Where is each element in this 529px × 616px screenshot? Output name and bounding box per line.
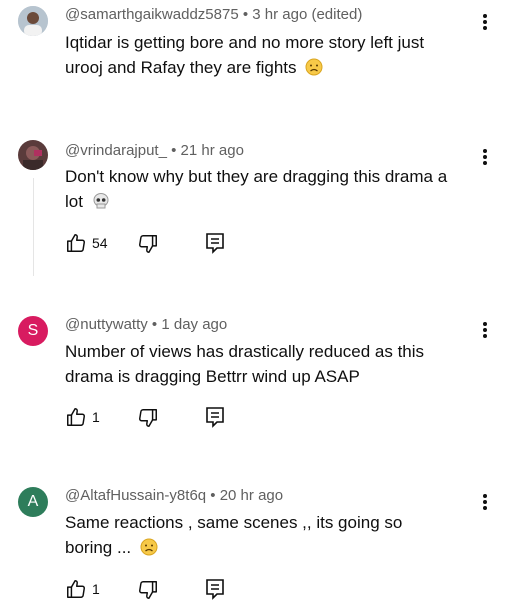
avatar[interactable]: A: [18, 487, 48, 517]
thumbs-up-icon[interactable]: [65, 232, 87, 259]
comment-text: Don't know why but they are dragging thi…: [65, 164, 465, 217]
reply-icon[interactable]: [205, 578, 225, 605]
thumbs-down-icon[interactable]: [137, 407, 159, 434]
comment-actions: 54: [65, 232, 235, 256]
comment-text: Iqtidar is getting bore and no more stor…: [65, 30, 465, 83]
avatar[interactable]: [18, 6, 48, 36]
comment-text: Same reactions , same scenes ,, its goin…: [65, 510, 465, 563]
like-count: 1: [92, 409, 100, 425]
sad-face-emoji: [140, 538, 158, 563]
more-vert-icon[interactable]: [479, 12, 491, 32]
thumbs-up-icon[interactable]: [65, 406, 87, 433]
comment-actions: 1: [65, 406, 235, 430]
avatar[interactable]: S: [18, 316, 48, 346]
reply-icon[interactable]: [205, 232, 225, 259]
thumbs-up-icon[interactable]: [65, 578, 87, 605]
thumbs-down-icon[interactable]: [137, 233, 159, 260]
thumbs-down-icon[interactable]: [137, 579, 159, 606]
more-vert-icon[interactable]: [479, 147, 491, 167]
like-count: 1: [92, 581, 100, 597]
comment-meta: @samarthgaikwaddz5875 • 3 hr ago (edited…: [65, 6, 363, 23]
sad-face-emoji: [305, 58, 323, 83]
skull-emoji: [92, 192, 110, 217]
thread-line: [33, 178, 34, 276]
comment-text: Number of views has drastically reduced …: [65, 342, 425, 386]
more-vert-icon[interactable]: [479, 320, 491, 340]
comment-meta: @nuttywatty • 1 day ago: [65, 316, 228, 333]
more-vert-icon[interactable]: [479, 492, 491, 512]
reply-icon[interactable]: [205, 406, 225, 433]
comment-actions: 1: [65, 578, 235, 602]
comment-meta: @AltafHussain-y8t6q • 20 hr ago: [65, 487, 284, 504]
avatar[interactable]: [18, 140, 48, 170]
comment-meta: @vrindarajput_ • 21 hr ago: [65, 142, 244, 159]
like-count: 54: [92, 235, 108, 251]
